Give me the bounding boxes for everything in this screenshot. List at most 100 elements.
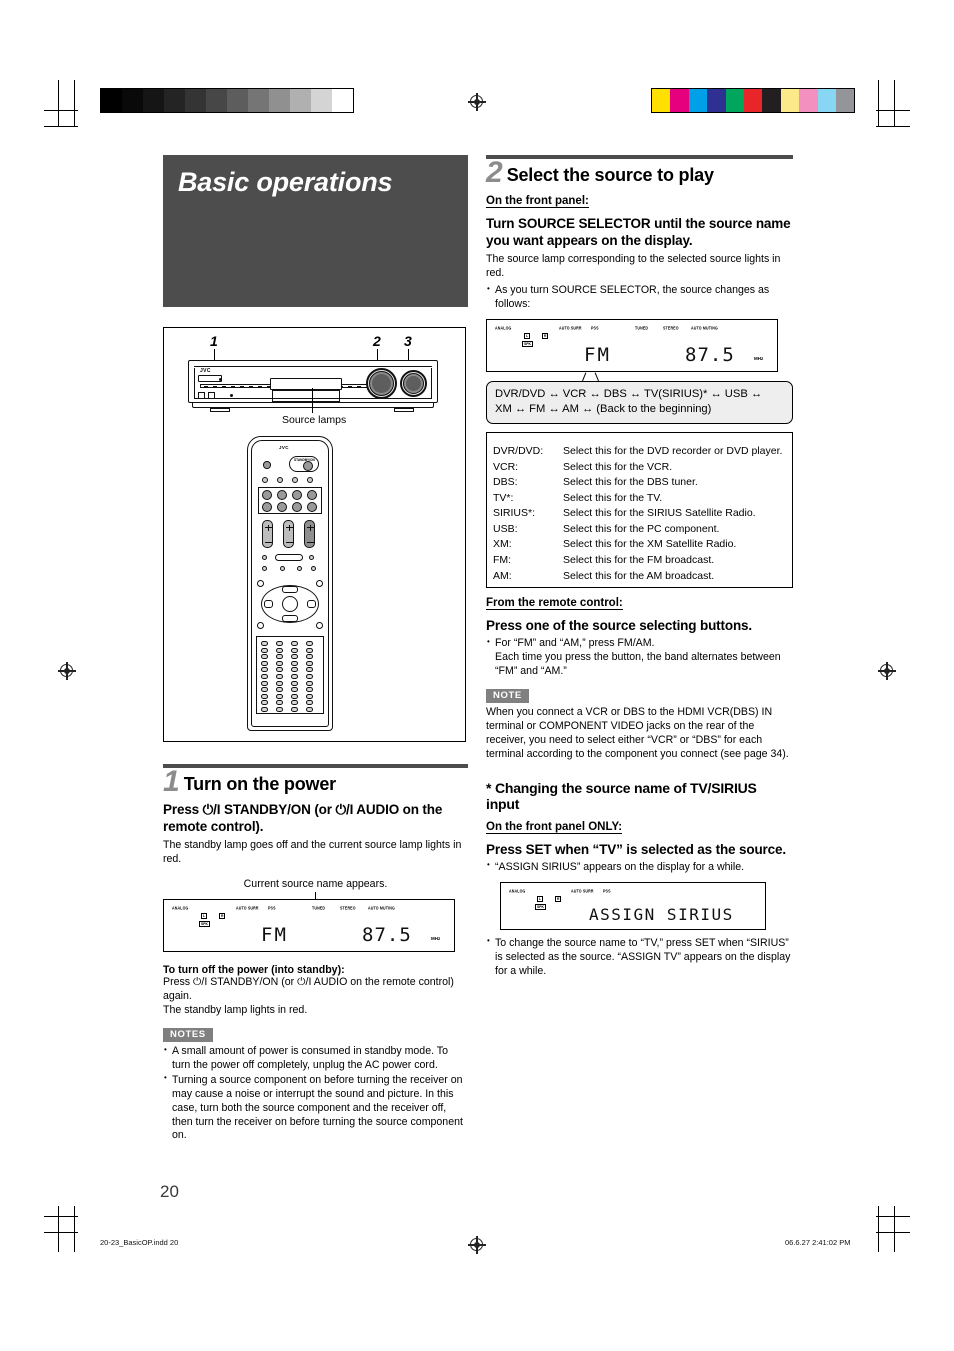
remote-keypad-button[interactable] <box>276 700 283 706</box>
step-star-bullets-bottom: To change the source name to “TV,” press… <box>486 936 793 979</box>
source-button-aux[interactable] <box>307 502 317 512</box>
channel-rocker[interactable] <box>283 520 294 548</box>
remote-corner-button-bl[interactable] <box>257 622 264 629</box>
cursor-right-button[interactable] <box>307 600 316 608</box>
remote-keypad-button[interactable] <box>276 680 283 686</box>
remote-keypad-button[interactable] <box>276 647 283 653</box>
source-description: Select this for the TV. <box>563 491 663 504</box>
source-button-dvr-dvd[interactable] <box>262 490 272 500</box>
master-volume-knob[interactable] <box>400 370 427 397</box>
lcd-pss-indicator: PSS <box>591 325 599 331</box>
remote-transport-button-6[interactable] <box>311 566 316 571</box>
list-item: As you turn SOURCE SELECTOR, the source … <box>486 284 793 312</box>
color-swatch-9 <box>817 89 836 112</box>
source-button-tv[interactable] <box>307 490 317 500</box>
source-button-usb[interactable] <box>262 502 272 512</box>
remote-keypad-button[interactable] <box>276 667 283 673</box>
remote-keypad-button[interactable] <box>276 654 283 660</box>
source-selector-knob[interactable] <box>366 368 397 399</box>
remote-keypad-button[interactable] <box>276 693 283 699</box>
remote-keypad-button[interactable] <box>291 654 298 660</box>
remote-keypad-button[interactable] <box>291 674 298 679</box>
remote-keypad-button[interactable] <box>261 660 268 666</box>
remote-keypad-button[interactable] <box>276 660 283 666</box>
remote-keypad-button[interactable] <box>306 693 313 699</box>
remote-keypad-button[interactable] <box>291 680 298 686</box>
remote-keypad-button[interactable] <box>291 667 298 673</box>
changing-source-name-heading: * Changing the source name of TV/SIRIUS … <box>486 779 757 812</box>
remote-keypad-button[interactable] <box>291 641 298 646</box>
tv-volume-rocker[interactable] <box>262 520 273 548</box>
remote-keypad-button[interactable] <box>306 687 313 693</box>
remote-keypad-button[interactable] <box>306 647 313 653</box>
remote-transport-button-3[interactable] <box>262 566 267 571</box>
step-1-heading: Turn on the power <box>183 773 336 794</box>
tv-standby-button[interactable] <box>263 461 271 469</box>
remote-corner-button-br[interactable] <box>316 622 323 629</box>
remote-keypad-button[interactable] <box>306 674 313 679</box>
color-swatch-7 <box>780 89 800 112</box>
remote-keypad-button[interactable] <box>291 647 298 653</box>
remote-keypad-button[interactable] <box>276 707 283 712</box>
remote-keypad-button[interactable] <box>276 674 283 679</box>
remote-keypad-button[interactable] <box>261 707 268 712</box>
lcd-pss-indicator: PSS <box>268 906 276 911</box>
remote-keypad-button[interactable] <box>261 693 268 699</box>
remote-fn-button-2[interactable] <box>277 477 283 483</box>
remote-fn-button-4[interactable] <box>307 477 313 483</box>
remote-transport-button-2[interactable] <box>309 555 314 560</box>
cursor-down-button[interactable] <box>282 615 298 622</box>
notes-list: A small amount of power is consumed in s… <box>163 1045 468 1143</box>
cursor-left-button[interactable] <box>264 600 273 608</box>
remote-keypad-button[interactable] <box>306 654 313 660</box>
remote-keypad-button[interactable] <box>306 660 313 666</box>
audio-standby-button[interactable] <box>303 461 313 471</box>
remote-keypad-button[interactable] <box>291 700 298 706</box>
remote-keypad-button[interactable] <box>261 667 268 673</box>
step-1-body: The standby lamp goes off and the curren… <box>163 839 462 866</box>
remote-keypad-button[interactable] <box>306 667 313 673</box>
remote-keypad-button[interactable] <box>291 687 298 693</box>
cursor-navigation-pad[interactable] <box>261 585 319 623</box>
remote-keypad-button[interactable] <box>261 700 268 706</box>
callout-1: 1 <box>210 333 218 349</box>
remote-keypad-button[interactable] <box>276 687 283 693</box>
remote-keypad-button[interactable] <box>306 680 313 686</box>
remote-transport-button-1[interactable] <box>262 555 267 560</box>
remote-fn-button-3[interactable] <box>292 477 298 483</box>
source-key: DBS: <box>493 476 518 489</box>
remote-transport-button-4[interactable] <box>280 566 285 571</box>
remote-keypad-button[interactable] <box>276 641 283 646</box>
master-volume-rocker[interactable] <box>304 520 315 548</box>
source-key: USB: <box>493 522 518 535</box>
remote-fn-button-1[interactable] <box>262 477 268 483</box>
gray-swatch-0 <box>101 89 122 112</box>
callout-2: 2 <box>373 333 381 349</box>
remote-keypad-button[interactable] <box>261 641 268 646</box>
remote-keypad-button[interactable] <box>306 700 313 706</box>
source-button-dbs[interactable] <box>292 490 302 500</box>
remote-keypad-button[interactable] <box>291 660 298 666</box>
remote-keypad-button[interactable] <box>291 693 298 699</box>
source-button-xm[interactable] <box>277 502 287 512</box>
remote-keypad-button[interactable] <box>306 641 313 646</box>
list-item: For “FM” and “AM,” press FM/AM. Each tim… <box>486 637 793 679</box>
remote-keypad-button[interactable] <box>261 654 268 660</box>
remote-keypad-button[interactable] <box>306 707 313 712</box>
lcd-tuned-indicator: TUNED <box>635 325 649 331</box>
remote-keypad-button[interactable] <box>261 674 268 679</box>
lcd-pss-indicator: PSS <box>603 888 611 894</box>
remote-keypad-button[interactable] <box>291 707 298 712</box>
remote-transport-button-5[interactable] <box>297 566 302 571</box>
source-button-fm-am[interactable] <box>292 502 302 512</box>
remote-keypad-button[interactable] <box>261 680 268 686</box>
enter-button[interactable] <box>282 596 298 612</box>
remote-keypad-button[interactable] <box>261 687 268 693</box>
grayscale-calibration-bar <box>100 88 354 113</box>
remote-keypad-button[interactable] <box>261 647 268 653</box>
source-key: DVR/DVD: <box>493 445 544 457</box>
step-2-lead: Turn SOURCE SELECTOR until the source na… <box>486 215 791 249</box>
cursor-up-button[interactable] <box>282 586 298 593</box>
remote-play-button[interactable] <box>275 554 303 561</box>
source-button-vcr[interactable] <box>277 490 287 500</box>
